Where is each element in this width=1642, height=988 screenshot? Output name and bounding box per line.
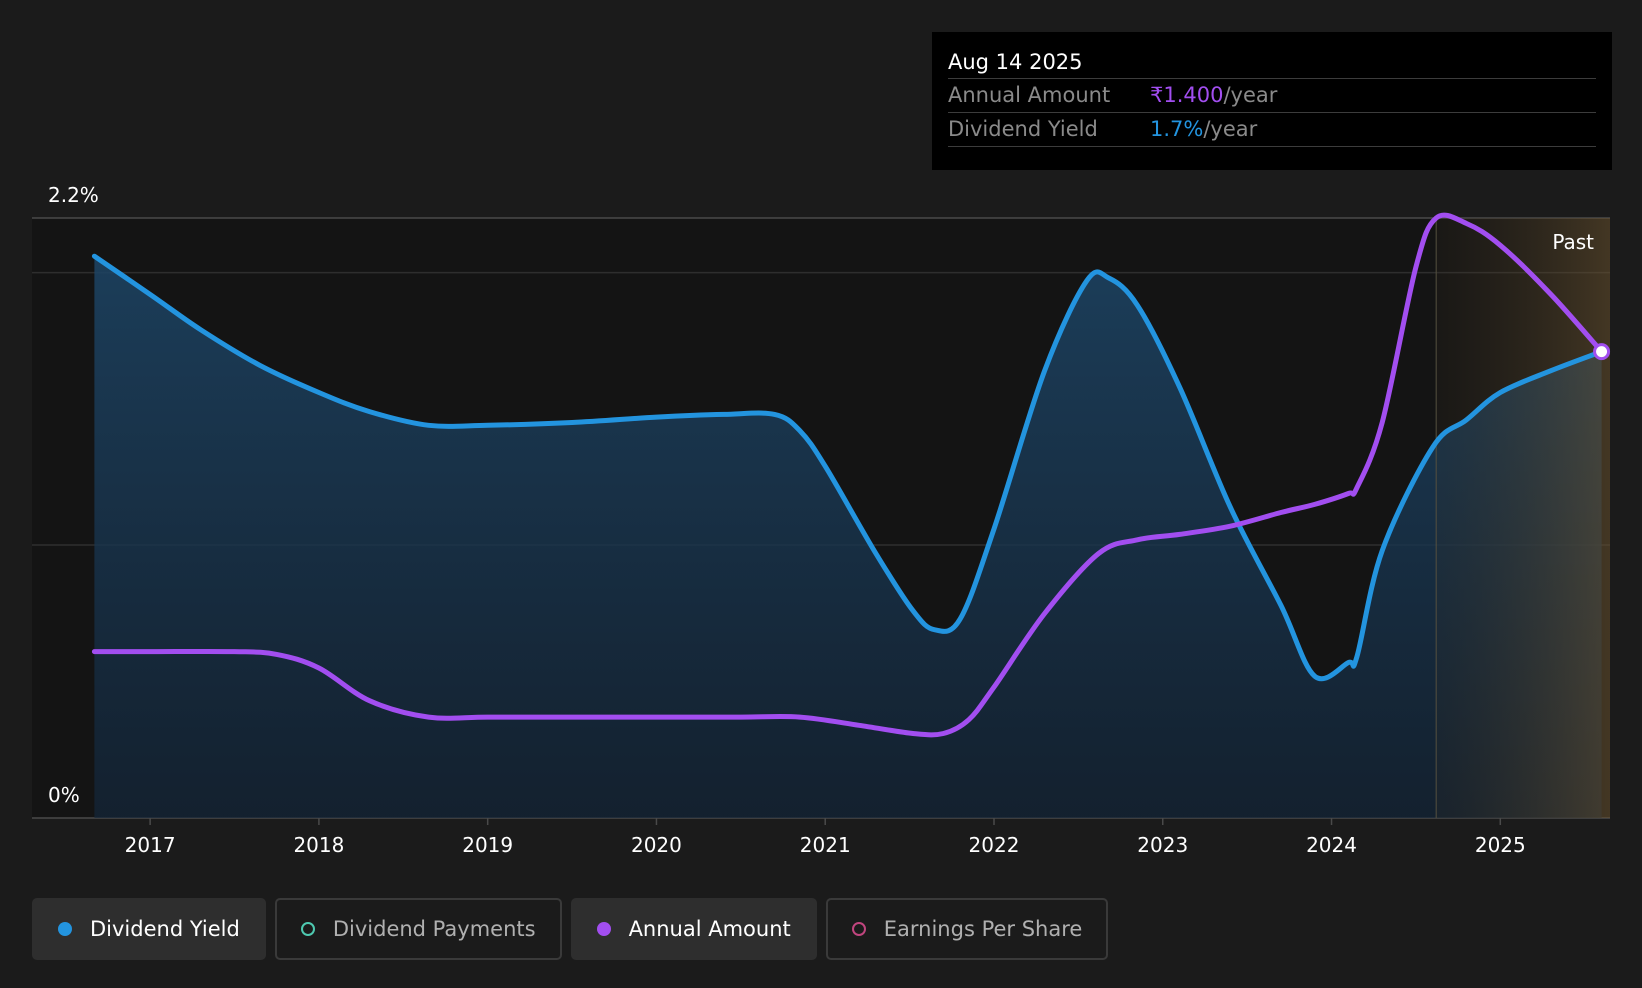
x-tick-label: 2018 — [293, 833, 344, 857]
tooltip-unit: /year — [1203, 117, 1258, 141]
tooltip-row-annual-amount: Annual Amount ₹1.400 /year — [948, 78, 1596, 112]
legend-item-dividend-yield[interactable]: Dividend Yield — [32, 898, 266, 960]
x-tick-label: 2022 — [969, 833, 1020, 857]
x-tick-label: 2023 — [1137, 833, 1188, 857]
legend-dot-icon — [58, 922, 72, 936]
tooltip-date: Aug 14 2025 — [948, 50, 1083, 74]
x-tick-label: 2021 — [800, 833, 851, 857]
y-axis-top-label: 2.2% — [48, 183, 99, 207]
legend-item-annual-amount[interactable]: Annual Amount — [570, 898, 817, 960]
legend-item-dividend-payments[interactable]: Dividend Payments — [274, 898, 562, 960]
tooltip-label: Annual Amount — [948, 83, 1111, 107]
x-tick-label: 2025 — [1475, 833, 1526, 857]
x-tick-label: 2020 — [631, 833, 682, 857]
legend-item-earnings-per-share[interactable]: Earnings Per Share — [825, 898, 1109, 960]
x-tick-label: 2017 — [125, 833, 176, 857]
legend-ring-icon — [300, 922, 315, 936]
current-point-marker — [1593, 343, 1611, 361]
legend-label: Annual Amount — [628, 917, 791, 941]
x-tick-label: 2024 — [1306, 833, 1357, 857]
tooltip-unit: /year — [1223, 83, 1278, 107]
tooltip-value: 1.7% — [1150, 117, 1204, 141]
legend-dot-icon — [596, 922, 611, 936]
y-axis-bottom-label: 0% — [48, 783, 80, 807]
tooltip-label: Dividend Yield — [948, 117, 1098, 141]
tooltip-value: ₹1.400 — [1150, 83, 1224, 107]
past-region — [1436, 218, 1610, 818]
legend: Dividend Yield Dividend Payments Annual … — [32, 898, 1109, 960]
x-tick-label: 2019 — [462, 833, 513, 857]
legend-label: Earnings Per Share — [883, 917, 1083, 941]
tooltip-row-dividend-yield: Dividend Yield 1.7% /year — [948, 112, 1596, 147]
tooltip: Aug 14 2025 Annual Amount ₹1.400 /year D… — [932, 32, 1612, 170]
legend-label: Dividend Payments — [332, 917, 536, 941]
past-label: Past — [1552, 230, 1594, 254]
legend-ring-icon — [851, 922, 866, 936]
legend-label: Dividend Yield — [90, 917, 240, 941]
